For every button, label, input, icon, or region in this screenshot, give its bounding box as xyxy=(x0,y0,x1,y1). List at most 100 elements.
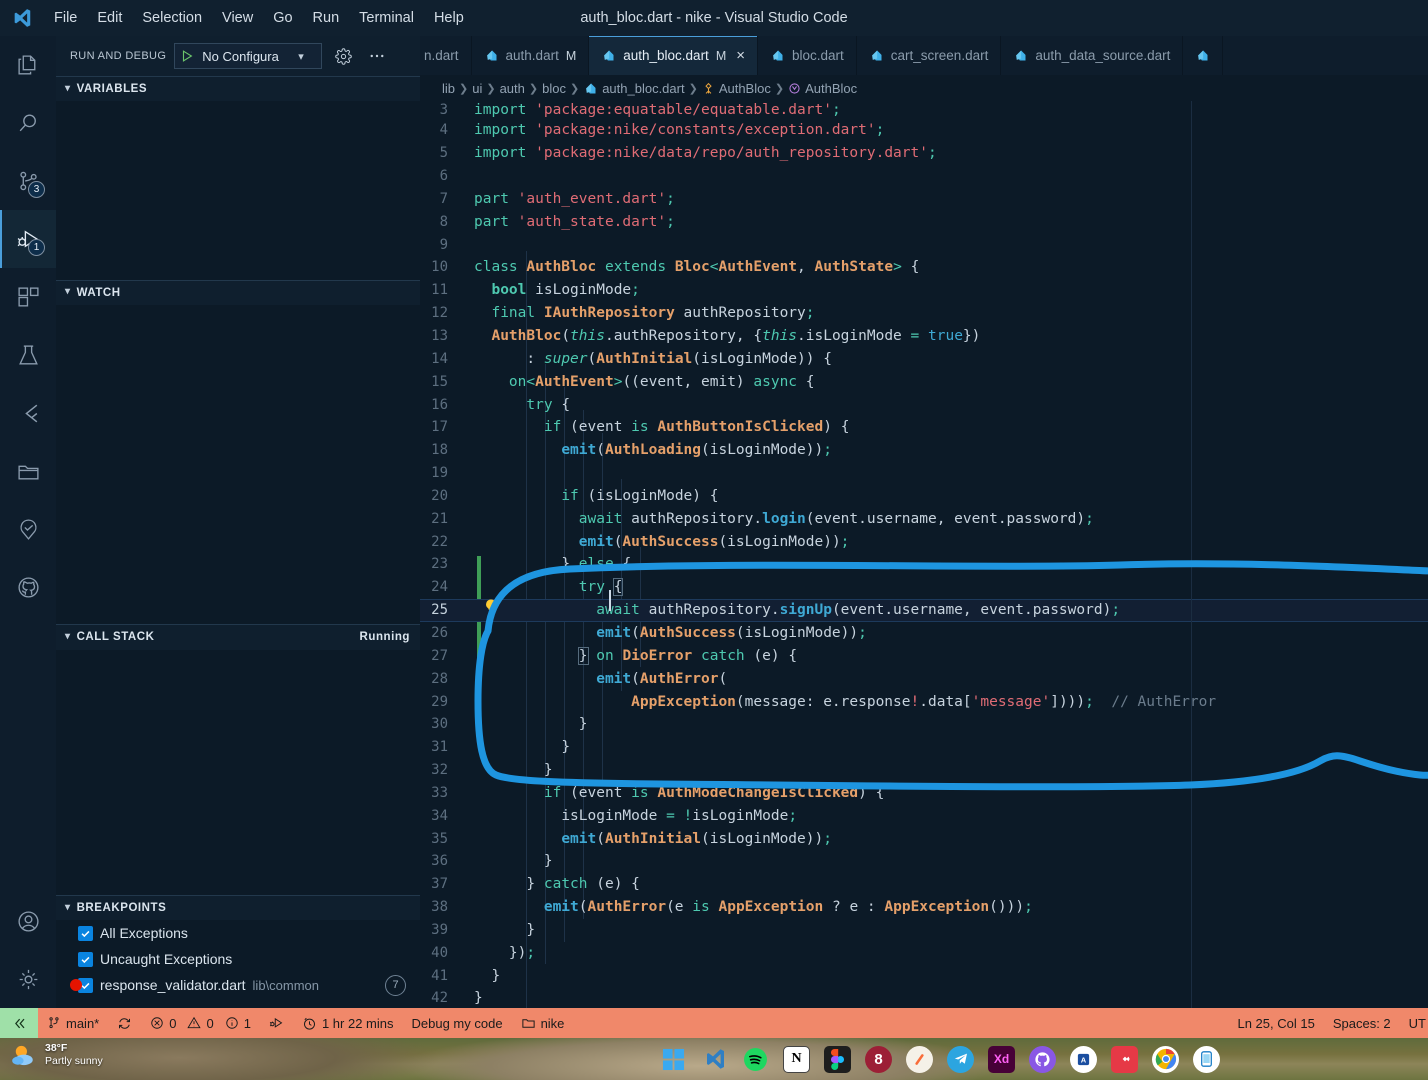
tab-overflow-next[interactable] xyxy=(1183,36,1224,75)
status-encoding[interactable]: UT xyxy=(1400,1008,1428,1038)
debug-settings-gear-icon[interactable] xyxy=(330,43,356,69)
line-number: 31 xyxy=(431,739,448,756)
activity-accounts[interactable] xyxy=(0,892,56,950)
line-number: 21 xyxy=(431,510,448,527)
tab-close-icon[interactable]: × xyxy=(736,47,745,64)
line-number: 42 xyxy=(431,990,448,1007)
code-line-34: 34 isLoginMode = !isLoginMode; xyxy=(420,804,1428,827)
debug-config-value: No Configura xyxy=(202,48,279,64)
code-line-5: 5 import 'package:nike/data/repo/auth_re… xyxy=(420,142,1428,165)
breadcrumb: lib ❯ ui ❯ auth ❯ bloc ❯ auth_bloc.dart … xyxy=(420,75,1428,101)
breadcrumb-lib[interactable]: lib xyxy=(442,81,455,96)
activity-source-control[interactable]: 3 xyxy=(0,152,56,210)
tab-label: auth_bloc.dart xyxy=(623,48,709,63)
taskbar-adobe-xd[interactable]: Xd xyxy=(988,1045,1015,1073)
breadcrumb-method[interactable]: AuthBloc xyxy=(788,81,857,96)
taskbar-notion[interactable]: N xyxy=(783,1045,810,1073)
breadcrumb-auth[interactable]: auth xyxy=(500,81,525,96)
debug-more-actions-ellipsis-icon[interactable] xyxy=(364,43,390,69)
panel-header-variables[interactable]: ▾ VARIABLES xyxy=(56,76,420,102)
checkbox-checked-icon[interactable] xyxy=(78,925,93,941)
activity-run-and-debug[interactable]: 1 xyxy=(0,210,56,268)
tab-modified-indicator: M xyxy=(715,48,727,63)
taskbar-app-red[interactable] xyxy=(1111,1045,1138,1073)
menu-file[interactable]: File xyxy=(44,0,87,36)
taskbar-figma[interactable] xyxy=(824,1045,851,1073)
remote-window-icon[interactable] xyxy=(0,1008,38,1038)
breadcrumb-bloc[interactable]: bloc xyxy=(542,81,566,96)
weather-temperature: 38°F xyxy=(45,1042,68,1054)
status-cursor-position[interactable]: Ln 25, Col 15 xyxy=(1228,1008,1323,1038)
breadcrumb-class[interactable]: AuthBloc xyxy=(702,81,771,96)
menu-selection[interactable]: Selection xyxy=(132,0,212,36)
taskbar-8-app[interactable]: 8 xyxy=(865,1045,892,1073)
play-icon[interactable] xyxy=(175,44,199,68)
line-content: emit(AuthError( xyxy=(596,670,728,687)
panel-header-call-stack[interactable]: ▾ CALL STACK Running xyxy=(56,624,420,650)
activity-github[interactable] xyxy=(0,558,56,616)
taskbar-start-button[interactable] xyxy=(660,1046,687,1073)
weather-widget[interactable]: 38°F Partly sunny xyxy=(10,1042,103,1068)
code-lines: 3 import 'package:equatable/equatable.da… xyxy=(420,101,1428,1008)
menu-go[interactable]: Go xyxy=(263,0,302,36)
status-debug-task[interactable]: Debug my code xyxy=(403,1008,512,1038)
dart-icon xyxy=(586,83,596,93)
taskbar-app-a[interactable]: A xyxy=(1070,1045,1097,1073)
breadcrumb-ui[interactable]: ui xyxy=(472,81,482,96)
menu-view[interactable]: View xyxy=(212,0,263,36)
flutter-icon xyxy=(16,401,41,426)
tab-auth-bloc-dart[interactable]: auth_bloc.dart M × xyxy=(589,36,758,75)
line-number: 10 xyxy=(431,259,448,276)
menu-terminal[interactable]: Terminal xyxy=(349,0,424,36)
panel-header-watch[interactable]: ▾ WATCH xyxy=(56,279,420,305)
tab-cart-screen-dart[interactable]: cart_screen.dart xyxy=(856,36,1002,75)
activity-search[interactable] xyxy=(0,94,56,152)
tab-auth-data-source-dart[interactable]: auth_data_source.dart xyxy=(1001,36,1184,75)
status-timer[interactable]: 1 hr 22 mins xyxy=(293,1008,403,1038)
breadcrumb-file[interactable]: auth_bloc.dart xyxy=(583,81,685,96)
activity-project-manager[interactable] xyxy=(0,442,56,500)
menu-edit[interactable]: Edit xyxy=(87,0,132,36)
activity-flutter[interactable] xyxy=(0,384,56,442)
taskbar-telegram[interactable] xyxy=(947,1045,974,1073)
status-indentation[interactable]: Spaces: 2 xyxy=(1324,1008,1400,1038)
tab-n-dart[interactable]: n.dart xyxy=(420,36,472,75)
taskbar-apps: N 8 Xd A xyxy=(660,1038,1220,1080)
activity-dependency-tree[interactable] xyxy=(0,500,56,558)
panel-header-breakpoints[interactable]: ▾ BREAKPOINTS xyxy=(56,895,420,921)
status-branch[interactable]: main* xyxy=(38,1008,108,1038)
taskbar-vscode[interactable] xyxy=(701,1046,728,1073)
menu-run[interactable]: Run xyxy=(303,0,350,36)
line-content: await authRepository.signUp(event.userna… xyxy=(596,602,1121,619)
taskbar-chrome[interactable] xyxy=(1152,1045,1179,1073)
breakpoint-row-all-exceptions[interactable]: All Exceptions xyxy=(56,920,420,946)
activity-settings[interactable] xyxy=(0,950,56,1008)
line-content: import 'package:nike/constants/exception… xyxy=(474,122,885,139)
taskbar-spotify[interactable] xyxy=(742,1046,769,1073)
activity-extensions[interactable] xyxy=(0,268,56,326)
activity-explorer[interactable] xyxy=(0,36,56,94)
status-debug-launch[interactable] xyxy=(260,1008,293,1038)
breakpoint-row-response-validator[interactable]: response_validator.dart lib\common 7 xyxy=(56,972,420,998)
code-editor[interactable]: 3 import 'package:equatable/equatable.da… xyxy=(420,101,1428,1008)
status-project[interactable]: nike xyxy=(512,1008,574,1038)
taskbar-pen-app[interactable] xyxy=(906,1045,933,1073)
code-line-30: 30 } xyxy=(420,713,1428,736)
line-content: }); xyxy=(508,944,536,961)
tab-bloc-dart[interactable]: bloc.dart xyxy=(758,36,857,75)
breakpoint-row-uncaught-exceptions[interactable]: Uncaught Exceptions xyxy=(56,946,420,972)
taskbar-github-desktop[interactable] xyxy=(1029,1045,1056,1073)
menu-help[interactable]: Help xyxy=(424,0,474,36)
taskbar-phone-link[interactable] xyxy=(1193,1045,1220,1073)
line-number: 29 xyxy=(431,693,448,710)
debug-configuration-selector[interactable]: No Configura ▾ xyxy=(174,43,323,69)
quick-fix-lightbulb-icon[interactable] xyxy=(482,598,500,616)
activity-testing[interactable] xyxy=(0,326,56,384)
error-count: 0 xyxy=(169,1015,177,1031)
status-sync[interactable] xyxy=(108,1008,141,1038)
checkbox-checked-icon[interactable] xyxy=(78,951,93,967)
line-number: 15 xyxy=(431,373,448,390)
dart-icon xyxy=(604,50,614,61)
status-problems[interactable]: 0 0 1 xyxy=(141,1008,260,1038)
tab-auth-dart[interactable]: auth.dart M xyxy=(471,36,590,75)
